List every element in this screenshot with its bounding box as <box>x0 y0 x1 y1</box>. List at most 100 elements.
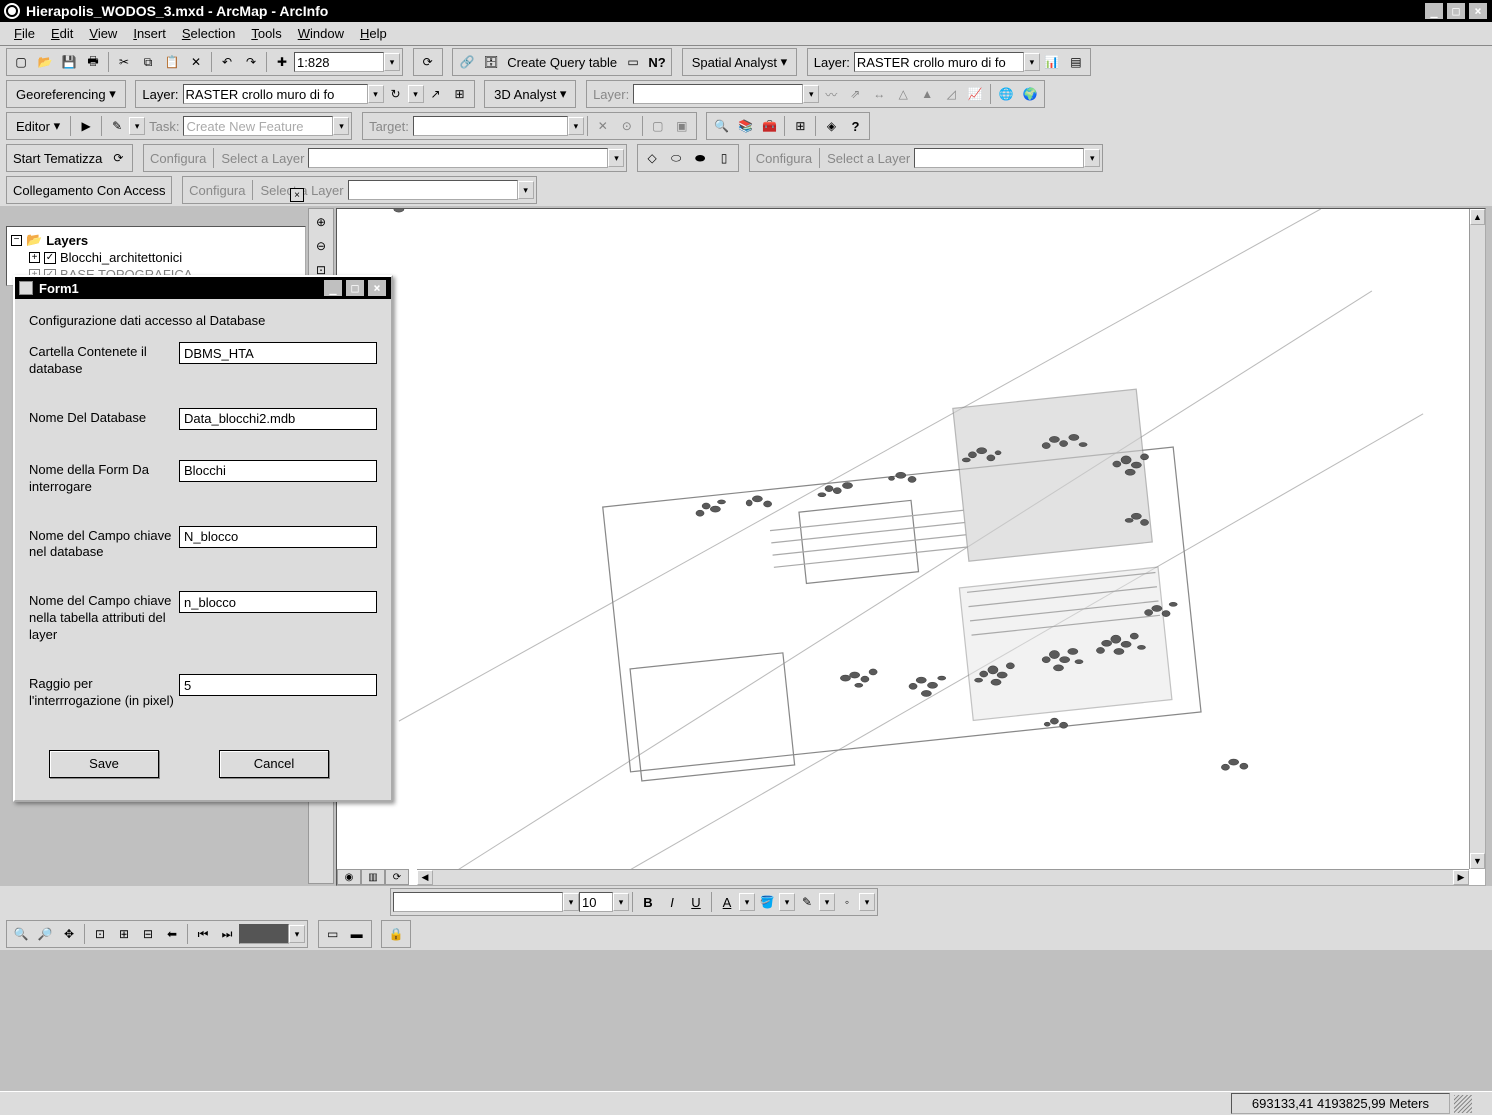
map-canvas[interactable]: ▲ ▼ ◉ ▥ ⟳ ◀ ▶ <box>336 208 1486 886</box>
menu-selection[interactable]: Selection <box>176 24 241 43</box>
full-extent-icon[interactable]: ⊡ <box>89 923 111 945</box>
dropdown-arrow-icon[interactable]: ▾ <box>613 893 629 911</box>
sa-layer-dropdown[interactable]: RASTER crollo muro di fo <box>854 52 1024 72</box>
marker-color-icon[interactable]: ◦ <box>836 891 858 913</box>
layer-key-field-input[interactable] <box>179 591 377 613</box>
font-size-dropdown[interactable]: 10 <box>579 892 613 912</box>
scroll-left-icon[interactable]: ◀ <box>417 870 433 885</box>
fill-color-icon[interactable]: 🪣 <box>756 891 778 913</box>
dropdown-arrow-icon[interactable]: ▾ <box>819 893 835 911</box>
save-button[interactable]: Save <box>49 750 159 778</box>
select-layer-dropdown[interactable] <box>308 148 608 168</box>
georeferencing-dropdown[interactable]: Georeferencing ▾ <box>9 83 123 105</box>
tool-icon[interactable]: ⬬ <box>689 147 711 169</box>
editor-dropdown[interactable]: Editor ▾ <box>9 115 67 137</box>
copy-icon[interactable]: ⧉ <box>137 51 159 73</box>
cut-icon[interactable]: ✂ <box>113 51 135 73</box>
sketch-tool-icon[interactable]: ✎ <box>106 115 128 137</box>
dropdown-arrow-icon[interactable]: ▾ <box>1084 149 1100 167</box>
db-icon[interactable]: 🗄 <box>480 51 502 73</box>
lock-icon[interactable]: 🔒 <box>385 923 407 945</box>
form-name-input[interactable] <box>179 460 377 482</box>
dropdown-arrow-icon[interactable]: ▾ <box>518 181 534 199</box>
menu-edit[interactable]: Edit <box>45 24 79 43</box>
layout-view-tab[interactable]: ▥ <box>361 869 385 885</box>
whatsthis-icon[interactable]: ? <box>844 115 866 137</box>
dropdown-arrow-icon[interactable]: ▾ <box>859 893 875 911</box>
dropdown-arrow-icon[interactable]: ▾ <box>739 893 755 911</box>
toolbox-icon[interactable]: 🧰 <box>758 115 780 137</box>
dropdown-arrow-icon[interactable]: ▾ <box>779 893 795 911</box>
dialog-title-bar[interactable]: Form1 _ □ × <box>15 277 391 299</box>
cmd-icon[interactable]: ⊞ <box>789 115 811 137</box>
scale-dropdown[interactable]: 1:828 <box>294 52 384 72</box>
dialog-minimize-button[interactable]: _ <box>323 279 343 297</box>
menu-insert[interactable]: Insert <box>127 24 172 43</box>
model-icon[interactable]: ◈ <box>820 115 842 137</box>
dialog-close-button[interactable]: × <box>367 279 387 297</box>
select-layer-dropdown-3[interactable] <box>348 180 518 200</box>
rotate-icon[interactable]: ↻ <box>385 83 407 105</box>
pan-icon[interactable]: ✥ <box>58 923 80 945</box>
tool-icon[interactable]: ◇ <box>641 147 663 169</box>
fixed-zoom-in-icon[interactable]: ⊞ <box>113 923 135 945</box>
close-button[interactable]: × <box>1468 2 1488 20</box>
zoom-pct[interactable] <box>239 924 289 944</box>
minimize-button[interactable]: _ <box>1424 2 1444 20</box>
contour-icon[interactable]: ▤ <box>1065 51 1087 73</box>
menu-file[interactable]: File <box>8 24 41 43</box>
select-layer-dropdown-2[interactable] <box>914 148 1084 168</box>
horizontal-scrollbar[interactable]: ◀ ▶ <box>417 869 1469 885</box>
analyst3d-dropdown[interactable]: 3D Analyst ▾ <box>487 83 573 105</box>
underline-icon[interactable]: U <box>685 891 707 913</box>
arcscene-icon[interactable]: 🌐 <box>995 83 1017 105</box>
rotate-arrow-icon[interactable]: ▾ <box>408 85 424 103</box>
font-color-icon[interactable]: A <box>716 891 738 913</box>
link-icon[interactable]: 🔗 <box>456 51 478 73</box>
bold-icon[interactable]: B <box>637 891 659 913</box>
new-icon[interactable]: ▢ <box>10 51 32 73</box>
menu-window[interactable]: Window <box>292 24 350 43</box>
italic-icon[interactable]: I <box>661 891 683 913</box>
scroll-down-icon[interactable]: ▼ <box>1470 853 1485 869</box>
find-icon[interactable]: 🔍 <box>710 115 732 137</box>
tool-icon[interactable]: ⬭ <box>665 147 687 169</box>
toc-root[interactable]: − 📂 Layers <box>11 231 301 249</box>
resize-grip-icon[interactable] <box>1454 1095 1472 1113</box>
zoom-out-icon[interactable]: ⊖ <box>310 235 332 257</box>
toggle-icon[interactable]: ▬ <box>346 923 368 945</box>
dialog-maximize-button[interactable]: □ <box>345 279 365 297</box>
font-dropdown[interactable] <box>393 892 563 912</box>
menu-help[interactable]: Help <box>354 24 393 43</box>
db-key-field-input[interactable] <box>179 526 377 548</box>
cartella-input[interactable] <box>179 342 377 364</box>
link-point-icon[interactable]: ↗ <box>425 83 447 105</box>
edit-tool-icon[interactable]: ▶ <box>75 115 97 137</box>
refresh-icon[interactable]: ⟳ <box>417 51 439 73</box>
maximize-button[interactable]: □ <box>1446 2 1466 20</box>
dropdown-arrow-icon[interactable]: ▾ <box>563 893 579 911</box>
dropdown-arrow-icon[interactable]: ▾ <box>803 85 819 103</box>
menu-tools[interactable]: Tools <box>245 24 287 43</box>
save-icon[interactable]: 💾 <box>58 51 80 73</box>
zoom-in-icon[interactable]: ⊕ <box>310 211 332 233</box>
menu-view[interactable]: View <box>83 24 123 43</box>
redo-icon[interactable]: ↷ <box>240 51 262 73</box>
dropdown-arrow-icon[interactable]: ▾ <box>1024 53 1040 71</box>
georef-layer-dropdown[interactable]: RASTER crollo muro di fo <box>183 84 368 104</box>
create-query-label[interactable]: Create Query table <box>503 55 621 70</box>
zoom-out-icon[interactable]: 🔎 <box>34 923 56 945</box>
expand-icon[interactable]: + <box>29 252 40 263</box>
cancel-button[interactable]: Cancel <box>219 750 329 778</box>
configura-button-2[interactable]: Configura <box>752 151 816 166</box>
data-view-tab[interactable]: ◉ <box>337 869 361 885</box>
scroll-right-icon[interactable]: ▶ <box>1453 870 1469 885</box>
line-color-icon[interactable]: ✎ <box>796 891 818 913</box>
scroll-up-icon[interactable]: ▲ <box>1470 209 1485 225</box>
undo-icon[interactable]: ↶ <box>216 51 238 73</box>
arccatalog-icon[interactable]: 📚 <box>734 115 756 137</box>
open-icon[interactable]: 📂 <box>34 51 56 73</box>
paste-icon[interactable]: 📋 <box>161 51 183 73</box>
collapse-icon[interactable]: − <box>11 235 22 246</box>
collegamento-button[interactable]: Collegamento Con Access <box>9 183 169 198</box>
